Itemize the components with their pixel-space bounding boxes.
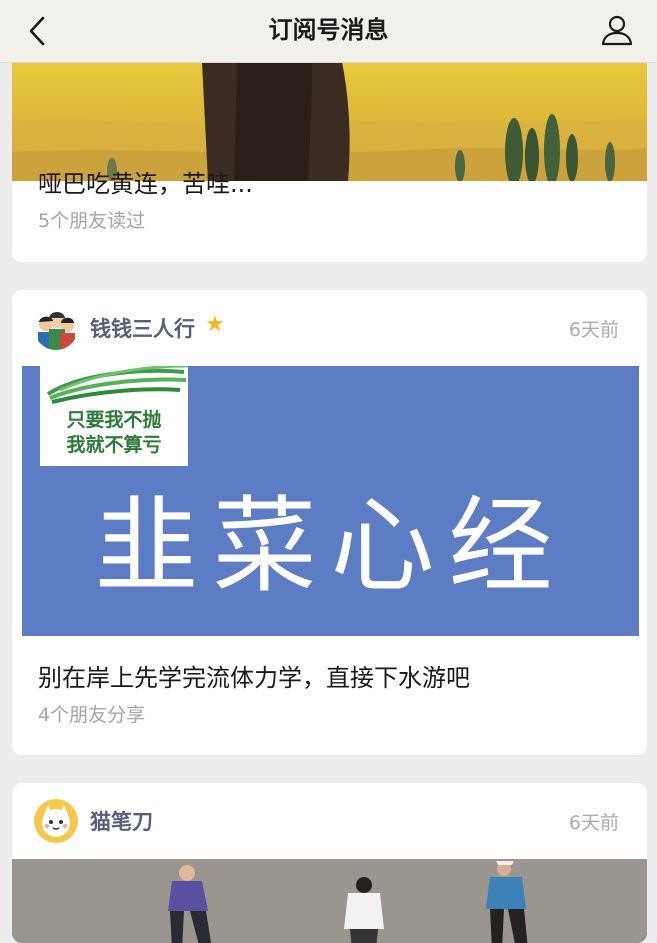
account-header[interactable]: 猫笔刀 6天前 — [12, 783, 647, 859]
friends-share-label: 4个朋友分享 — [38, 704, 146, 726]
article-card[interactable]: 哑巴吃黄连，苦哇... 5个朋友读过 — [12, 40, 647, 262]
account-name: 钱钱三人行 — [90, 317, 195, 341]
article-cover-image: 只要我不抛 我就不算亏 韭菜心经 — [22, 366, 639, 636]
avatar — [34, 306, 78, 350]
article-cover-image — [12, 859, 647, 943]
cover-note-line2: 我就不算亏 — [66, 434, 162, 456]
cover-note-line1: 只要我不抛 — [66, 409, 162, 431]
profile-button[interactable] — [599, 12, 635, 48]
post-time: 6天前 — [568, 319, 619, 341]
account-card[interactable]: 猫笔刀 6天前 — [12, 783, 647, 943]
navigation-bar: 订阅号消息 — [0, 0, 657, 63]
account-name: 猫笔刀 — [90, 810, 153, 834]
avatar — [34, 799, 78, 843]
star-icon: ★ — [205, 312, 225, 337]
cover-headline: 韭菜心经 — [94, 485, 567, 607]
cover-note: 只要我不抛 我就不算亏 — [40, 366, 188, 466]
article-title: 哑巴吃黄连，苦哇... — [38, 170, 253, 198]
page-title: 订阅号消息 — [268, 16, 389, 44]
user-icon — [601, 15, 633, 46]
post-time: 6天前 — [568, 812, 619, 834]
account-card[interactable]: 钱钱三人行 ★ 6天前 只要我不抛 我就不算亏 韭菜心经 别在岸上先学完流体力学… — [12, 290, 647, 755]
friends-read-label: 5个朋友读过 — [38, 210, 146, 232]
account-header[interactable]: 钱钱三人行 ★ 6天前 — [12, 290, 647, 366]
article-title: 别在岸上先学完流体力学，直接下水游吧 — [38, 664, 470, 692]
